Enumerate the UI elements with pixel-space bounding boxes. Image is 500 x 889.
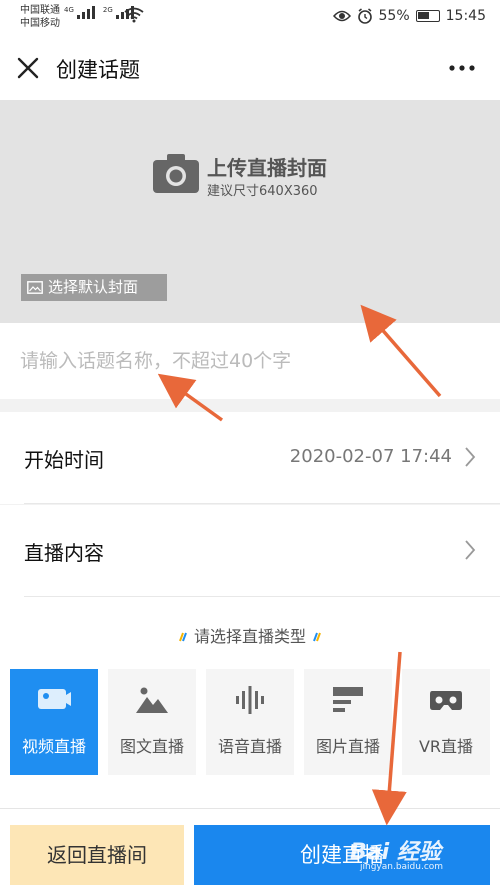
decorative-slash-icon — [313, 632, 321, 642]
chevron-right-icon — [465, 447, 476, 467]
live-content-label: 直播内容 — [24, 541, 104, 565]
battery-percent: 55% — [378, 8, 410, 24]
signal-bar-icon — [91, 6, 95, 19]
carrier-2: 中国移动 — [20, 18, 60, 29]
start-time-value: 2020-02-07 17:44 — [289, 446, 452, 467]
start-time-row[interactable]: 开始时间 2020-02-07 17:44 — [0, 412, 500, 504]
select-default-cover-button[interactable]: 选择默认封面 — [21, 274, 167, 301]
picture-text-icon — [333, 687, 363, 712]
live-type-heading-text: 请选择直播类型 — [193, 627, 306, 646]
alarm-clock-icon — [357, 8, 372, 24]
carrier-1: 中国联通 — [20, 5, 60, 16]
topic-name-field — [0, 323, 500, 399]
chevron-right-icon — [465, 540, 476, 560]
close-icon[interactable] — [14, 54, 42, 82]
start-time-label: 开始时间 — [24, 448, 104, 472]
live-type-voice[interactable]: 语音直播 — [206, 669, 294, 775]
live-type-label: 图文直播 — [119, 737, 184, 756]
live-content-row[interactable]: 直播内容 — [0, 505, 500, 597]
network-type-1: 4G — [64, 6, 74, 14]
watermark-url: jingyan.baidu.com — [360, 862, 444, 872]
carrier-names: 中国联通 中国移动 — [20, 4, 60, 30]
baidu-jingyan-watermark: Bai 经验 jingyan.baidu.com — [350, 832, 490, 872]
live-type-label: 语音直播 — [217, 737, 282, 756]
decorative-slash-icon — [179, 632, 187, 642]
live-type-section: 请选择直播类型 视频直播 图文直播 语音直播 图片直播 VR直播 — [0, 597, 500, 808]
upload-cover-size-hint: 建议尺寸640X360 — [207, 184, 318, 199]
vr-headset-icon — [430, 691, 462, 710]
signal-bar-icon — [76, 15, 80, 19]
battery-icon — [415, 10, 440, 22]
clock-time: 15:45 — [445, 8, 486, 24]
page-title: 创建话题 — [56, 58, 140, 82]
more-options-icon[interactable] — [448, 58, 476, 78]
video-camera-icon — [38, 689, 71, 709]
back-to-live-room-button[interactable]: 返回直播间 — [10, 825, 184, 885]
live-type-heading: 请选择直播类型 — [0, 623, 500, 647]
status-bar: 中国联通 中国移动 4G 2G 55% 15:45 — [0, 0, 500, 36]
wifi-icon — [124, 7, 144, 23]
signal-bar-icon — [81, 12, 85, 19]
live-type-video[interactable]: 视频直播 — [10, 669, 98, 775]
live-type-label: 图片直播 — [315, 737, 380, 756]
camera-icon — [153, 154, 199, 193]
live-type-vr[interactable]: VR直播 — [402, 669, 490, 775]
row-divider — [24, 503, 500, 504]
sound-wave-icon — [236, 686, 264, 714]
network-type-2: 2G — [102, 6, 113, 14]
eye-icon — [332, 10, 351, 22]
upload-cover-title: 上传直播封面 — [207, 156, 327, 180]
cover-upload-area[interactable]: 上传直播封面 建议尺寸640X360 选择默认封面 — [0, 100, 500, 323]
status-right: 55% 15:45 — [332, 8, 486, 24]
live-type-label: 视频直播 — [21, 737, 86, 756]
select-default-cover-label: 选择默认封面 — [48, 278, 139, 296]
mountain-image-icon — [136, 687, 168, 713]
live-type-picture[interactable]: 图片直播 — [304, 669, 392, 775]
topic-name-input[interactable] — [20, 341, 480, 381]
live-type-image-text[interactable]: 图文直播 — [108, 669, 196, 775]
signal-bar-icon — [86, 9, 90, 19]
live-type-options: 视频直播 图文直播 语音直播 图片直播 VR直播 — [10, 669, 490, 775]
nav-bar: 创建话题 — [0, 36, 500, 100]
signal-bar-icon — [115, 15, 119, 19]
image-icon — [27, 281, 43, 294]
live-type-label: VR直播 — [418, 737, 474, 756]
